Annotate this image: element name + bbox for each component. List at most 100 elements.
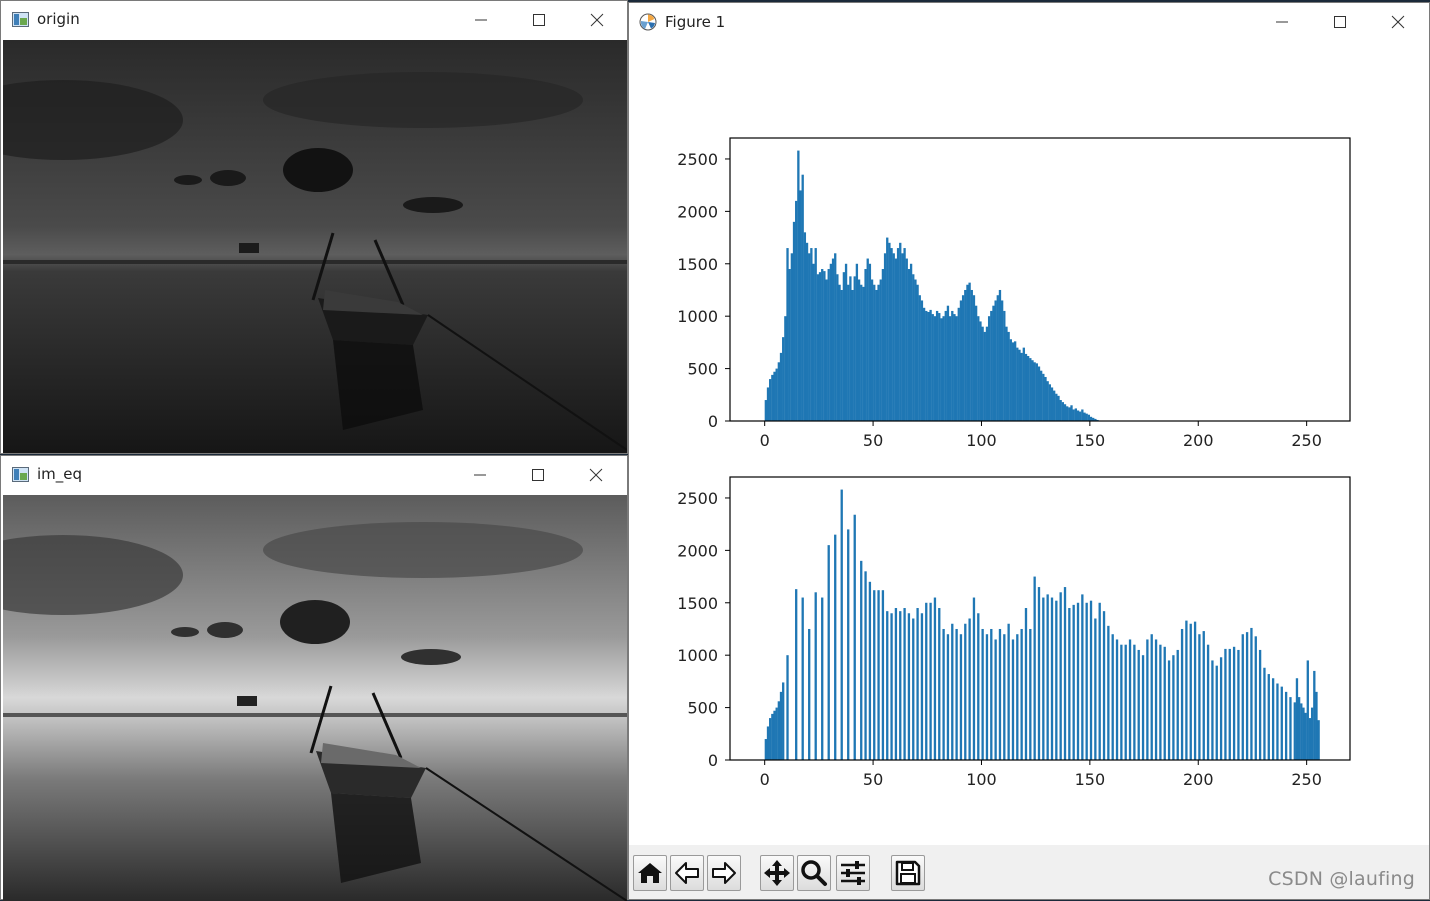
close-icon [1391, 15, 1405, 29]
histogram-bar [784, 316, 787, 421]
histogram-bar [877, 590, 880, 760]
window-title: Figure 1 [665, 13, 726, 31]
histogram-bar [838, 284, 841, 421]
histogram-bar [1003, 634, 1006, 760]
histogram-bar [1046, 381, 1049, 421]
histogram-bar [829, 263, 833, 421]
home-button[interactable] [633, 855, 667, 891]
histogram-bar [1063, 587, 1067, 760]
minimize-button[interactable] [1260, 7, 1304, 37]
save-button[interactable] [891, 855, 925, 891]
histogram-bar [801, 174, 804, 421]
histogram-bar [968, 282, 971, 421]
histogram-bar [1085, 602, 1088, 760]
histogram-bar [879, 279, 882, 421]
y-tick-label: 1000 [677, 307, 718, 326]
histogram-bar [842, 272, 846, 421]
matplotlib-logo-icon [639, 13, 657, 31]
maximize-button[interactable] [1318, 7, 1362, 37]
histogram-bar [979, 321, 982, 421]
histogram-bar [1018, 349, 1021, 421]
histogram-bar [1020, 628, 1023, 760]
zoom-icon [801, 860, 827, 886]
histogram-bar [799, 190, 802, 421]
close-button[interactable] [575, 5, 619, 35]
histogram-bar [920, 613, 924, 760]
histogram-bar [818, 272, 822, 421]
maximize-button[interactable] [516, 460, 560, 490]
histogram-bar [964, 289, 967, 421]
histogram-bar [766, 726, 770, 760]
close-icon [590, 13, 604, 27]
histogram-bar [1029, 628, 1032, 760]
histogram-bar [771, 713, 774, 760]
histogram-bar [1241, 634, 1244, 760]
histogram-bar [957, 307, 960, 421]
histogram-bar [1022, 347, 1025, 421]
histogram-bar [862, 286, 865, 421]
histogram-bar [1102, 611, 1106, 760]
x-tick-label: 0 [760, 431, 770, 450]
histogram-bar [961, 295, 965, 421]
pan-button[interactable] [760, 855, 794, 891]
histogram-bar [933, 597, 937, 760]
histogram-bar [985, 326, 989, 421]
origin-window: origin [0, 0, 628, 454]
histogram-bar [935, 310, 939, 421]
figure-canvas[interactable]: 0 50 100 150 200 250050010001500200025000 50 10… [629, 43, 1429, 845]
configure-subplots-icon [841, 861, 865, 885]
histogram-bar [788, 269, 791, 421]
back-button[interactable] [670, 855, 704, 891]
histogram-bar [1068, 608, 1071, 760]
histogram-bar [1180, 628, 1184, 760]
histogram-bar [825, 279, 828, 421]
close-button[interactable] [1376, 7, 1420, 37]
origin-titlebar[interactable]: origin [1, 1, 627, 39]
histogram-bar [808, 253, 811, 421]
histogram-bar [940, 318, 943, 421]
forward-button[interactable] [707, 855, 741, 891]
close-button[interactable] [574, 460, 618, 490]
figure-titlebar[interactable]: Figure 1 [629, 3, 1429, 41]
histogram-bar [868, 263, 872, 421]
app-window-icon [12, 467, 29, 482]
histogram-bar [1141, 655, 1145, 760]
histogram-bar [1076, 410, 1080, 421]
histogram-bar [1072, 409, 1075, 421]
minimize-button[interactable] [458, 460, 502, 490]
histogram-bar [909, 263, 913, 421]
histogram-bar [795, 589, 798, 760]
histogram-bar [1228, 648, 1231, 760]
histogram-bar [907, 269, 911, 421]
histogram-bar [1276, 683, 1279, 760]
histogram-bar [1042, 597, 1045, 760]
close-icon [589, 468, 603, 482]
histogram-bar [983, 331, 986, 421]
zoom-button[interactable] [797, 855, 831, 891]
maximize-button[interactable] [517, 5, 561, 35]
minimize-icon [475, 19, 487, 21]
histogram-bar [998, 289, 1002, 421]
maximize-icon [533, 14, 545, 26]
histogram-bar [1089, 600, 1093, 760]
histogram-bar [1026, 356, 1030, 421]
histogram-bar [927, 311, 930, 421]
histogram-bar [953, 314, 956, 421]
histogram-bar [1070, 405, 1073, 421]
histogram-bar [805, 242, 809, 421]
histogram-bar [808, 628, 811, 760]
histogram-bar [866, 258, 869, 421]
minimize-button[interactable] [459, 5, 503, 35]
histogram-bar [1066, 406, 1069, 421]
histogram-bar [1033, 576, 1036, 760]
histogram-bar [1245, 632, 1249, 760]
histogram-bar [1120, 644, 1123, 760]
histogram-axes-2: 0 50 100 150 200 25005001000150020002500 [677, 476, 1351, 789]
configure-subplots-button[interactable] [836, 855, 870, 891]
histogram-bar [946, 634, 950, 760]
histogram-bar [972, 295, 976, 421]
x-tick-label: 100 [966, 431, 997, 450]
histogram-bar [888, 242, 891, 421]
histogram-bar [812, 263, 815, 421]
im-eq-titlebar[interactable]: im_eq [1, 456, 627, 494]
